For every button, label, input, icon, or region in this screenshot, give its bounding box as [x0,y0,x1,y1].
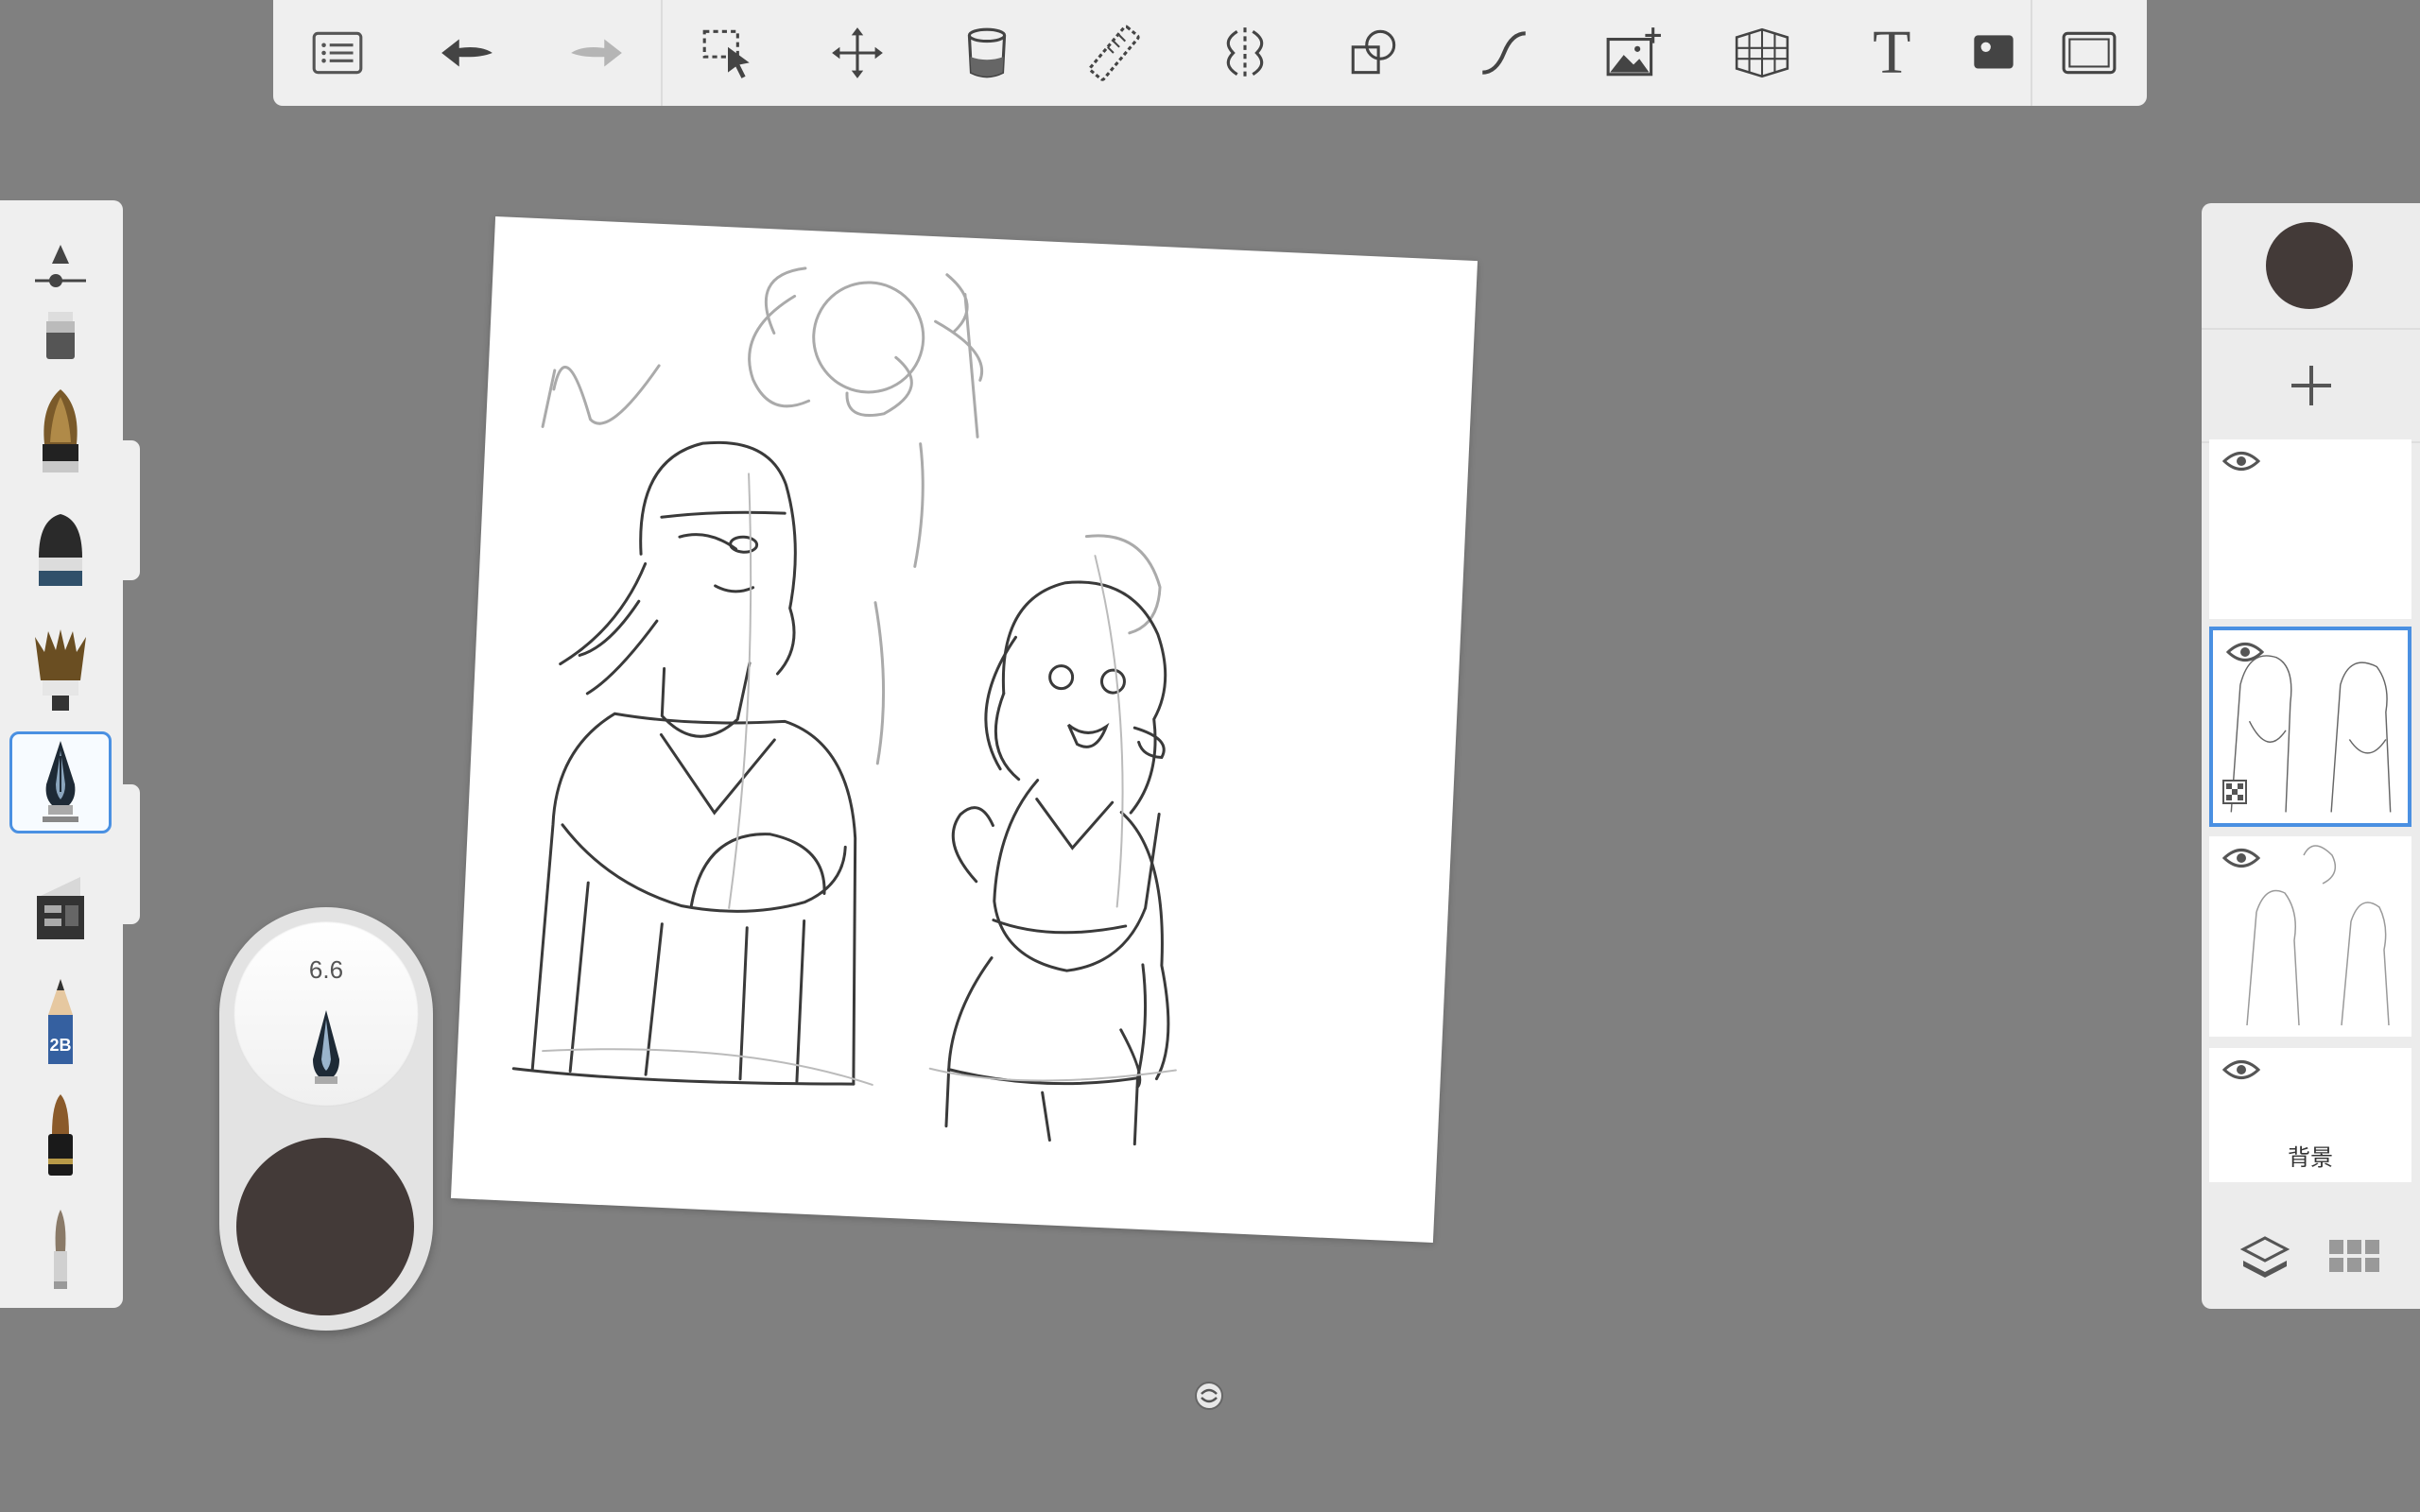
brush-fan[interactable] [9,620,112,722]
eye-icon[interactable] [2222,846,2260,870]
brush-size-value: 6.6 [308,955,344,984]
plus-icon [2290,366,2331,405]
fill-button[interactable] [922,0,1051,106]
pencil-grade-label: 2B [49,1036,71,1055]
layer-item-2[interactable] [2209,627,2411,827]
marquee-select-icon [702,29,750,78]
brush-round[interactable] [9,501,112,603]
perspective-button[interactable] [1698,0,1827,106]
ink-pen-icon [43,741,78,822]
transform-button[interactable] [792,0,922,106]
ink-brush-icon [48,1094,73,1176]
stroke-button[interactable] [1439,0,1568,106]
brush-marker[interactable] [9,312,112,378]
eye-icon[interactable] [2226,640,2264,664]
eye-icon[interactable] [2222,1057,2260,1082]
brush-library-button[interactable] [273,0,403,106]
puck-color-swatch[interactable] [236,1138,414,1315]
undo-button[interactable] [403,0,532,106]
sketch-artwork [511,266,1177,1146]
layer-name-label: 背景 [2288,1145,2333,1171]
eye-icon[interactable] [2222,449,2260,473]
alpha-lock-icon[interactable] [2222,780,2247,804]
rail-opacity-handle[interactable] [123,784,140,924]
shapes-icon [1351,29,1396,75]
selection-button[interactable] [663,0,792,106]
round-brush-icon [39,514,82,586]
redo-button[interactable] [532,0,662,106]
ruler-button[interactable] [1051,0,1181,106]
brush-puck[interactable]: 6.6 [219,907,433,1331]
text-button[interactable]: T [1827,0,1957,106]
list-icon [313,31,363,75]
perspective-grid-icon [1736,27,1789,78]
layers-panel-footer [2202,1205,2420,1309]
flat-brush-icon [43,389,78,472]
brush-airbrush[interactable] [9,852,112,954]
marker-icon [46,312,75,359]
scan-button[interactable] [1957,0,2031,106]
brush-rail: 2B [0,200,123,1308]
text-icon: T [1873,18,1911,87]
brush-size-control[interactable]: 6.6 [233,921,419,1107]
layer-item-background[interactable]: 背景 [2209,1048,2411,1182]
shapes-button[interactable] [1310,0,1440,106]
curve-icon [1481,31,1526,75]
layers-stack-icon[interactable] [2239,1234,2290,1280]
layer-item-3[interactable] [2209,836,2411,1037]
add-image-button[interactable] [1568,0,1698,106]
symmetry-button[interactable] [1181,0,1310,106]
undo-arrow-icon [441,39,493,67]
rail-size-handle[interactable] [123,440,140,580]
fullscreen-button[interactable] [2032,0,2147,106]
symmetry-icon [1226,27,1264,78]
add-image-icon [1606,27,1661,77]
brush-ink[interactable] [9,1087,112,1189]
drawing-canvas[interactable] [450,215,1478,1244]
pencil-icon: 2B [48,979,73,1064]
fullscreen-icon [2063,31,2117,75]
brush-ink-pen[interactable] [9,731,112,833]
airbrush-icon [37,877,84,939]
top-toolbar: T [273,0,2147,106]
layers-panel: 背景 [2202,203,2420,1309]
add-layer-button[interactable] [2202,328,2420,443]
ruler-icon [1088,25,1140,81]
grid-icon[interactable] [2327,1238,2382,1276]
paint-bucket-icon [967,27,1006,78]
layer-item-1[interactable] [2209,439,2411,619]
fine-brush-icon [54,1210,67,1289]
brush-pencil[interactable]: 2B [9,971,112,1074]
brush-flat[interactable] [9,382,112,484]
fan-brush-icon [35,629,86,711]
brush-fine[interactable] [9,1200,112,1302]
current-color-well[interactable] [2266,222,2353,309]
redo-arrow-icon [571,39,622,67]
canvas-reset-icon[interactable] [1193,1380,1225,1412]
pen-nib-icon [313,1010,339,1084]
scan-icon [1974,35,2014,69]
move-arrows-icon [831,27,883,78]
